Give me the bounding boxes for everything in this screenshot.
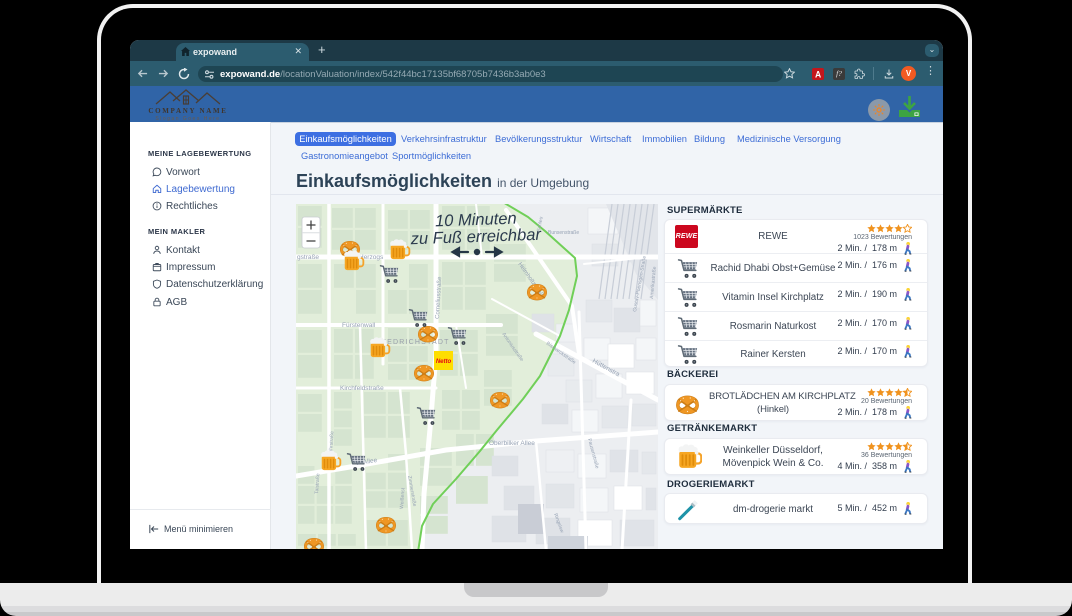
svg-text:Kirchfeldstraße: Kirchfeldstraße	[340, 385, 384, 392]
svg-text:IEDRICHSTADT: IEDRICHSTADT	[384, 339, 450, 346]
svg-text:Netto: Netto	[436, 359, 452, 365]
svg-text:Bunsenstraße: Bunsenstraße	[548, 230, 579, 236]
svg-text:Fürstenwall: Fürstenwall	[342, 322, 376, 329]
svg-text:gstraße: gstraße	[297, 254, 319, 261]
svg-text:Oberbilker Allee: Oberbilker Allee	[489, 440, 535, 447]
